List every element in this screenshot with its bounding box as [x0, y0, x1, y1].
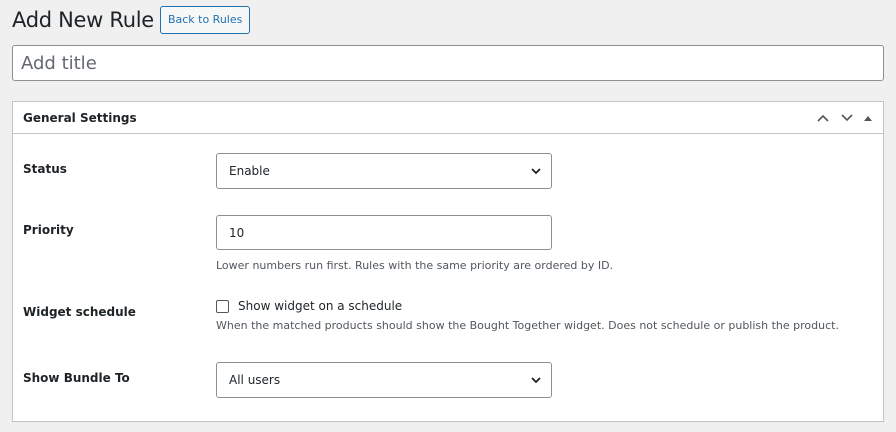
show-bundle-to-row: Show Bundle To All users: [23, 362, 873, 400]
panel-header: General Settings: [13, 102, 883, 134]
priority-row: Priority Lower numbers run first. Rules …: [23, 215, 873, 275]
add-rule-page: Add New Rule Back to Rules General Setti…: [0, 0, 896, 432]
widget-schedule-description: When the matched products should show th…: [216, 319, 839, 332]
move-up-button[interactable]: [811, 102, 835, 134]
rule-title-input[interactable]: [12, 45, 884, 81]
back-to-rules-button[interactable]: Back to Rules: [159, 6, 251, 34]
status-select[interactable]: Enable: [216, 153, 552, 189]
priority-input[interactable]: [216, 215, 552, 250]
widget-schedule-control: Show widget on a schedule When the match…: [216, 299, 839, 332]
title-row: Add New Rule Back to Rules: [12, 4, 251, 36]
move-down-button[interactable]: [835, 102, 859, 134]
panel-handle-actions: [811, 102, 883, 133]
show-bundle-to-select[interactable]: All users: [216, 362, 552, 398]
chevron-down-icon: [531, 167, 541, 174]
widget-schedule-checkbox[interactable]: [216, 299, 229, 313]
widget-schedule-checkbox-label: Show widget on a schedule: [238, 299, 403, 313]
chevron-down-icon: [531, 376, 541, 383]
status-control: Enable: [216, 153, 552, 189]
priority-description: Lower numbers run first. Rules with the …: [216, 259, 614, 272]
page-title: Add New Rule: [12, 8, 154, 32]
chevron-up-icon: [817, 114, 829, 122]
general-settings-panel: General Settings Status Enable Priority …: [12, 101, 884, 422]
show-bundle-to-control: All users: [216, 362, 552, 398]
chevron-down-icon: [841, 113, 853, 121]
show-bundle-to-label: Show Bundle To: [23, 371, 130, 385]
widget-schedule-row: Widget schedule Show widget on a schedul…: [23, 299, 873, 341]
status-label: Status: [23, 162, 67, 176]
panel-title: General Settings: [23, 110, 137, 125]
widget-schedule-label: Widget schedule: [23, 305, 136, 319]
status-row: Status Enable: [23, 153, 873, 191]
show-bundle-to-select-value: All users: [229, 373, 281, 387]
status-select-value: Enable: [229, 164, 270, 178]
toggle-panel-button[interactable]: [859, 102, 877, 134]
triangle-up-icon: [864, 115, 872, 121]
widget-schedule-checkbox-line[interactable]: Show widget on a schedule: [216, 299, 839, 313]
priority-label: Priority: [23, 223, 74, 237]
priority-control: Lower numbers run first. Rules with the …: [216, 215, 613, 272]
